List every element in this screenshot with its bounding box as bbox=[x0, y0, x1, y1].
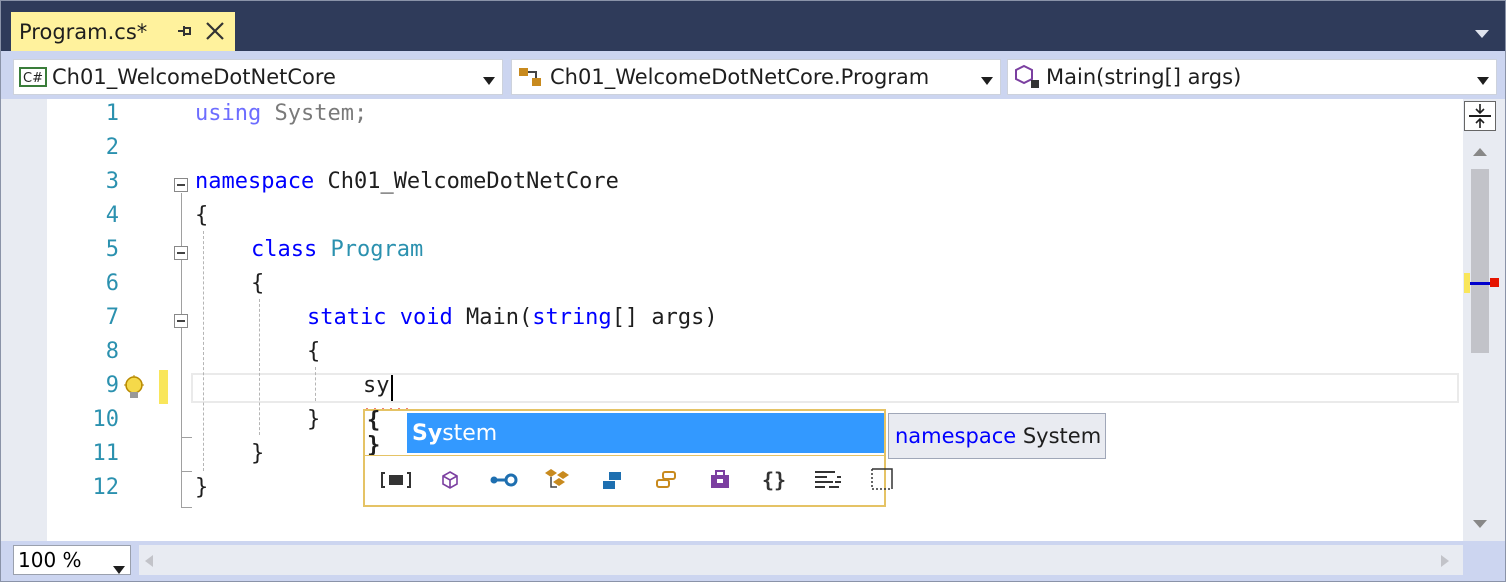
scroll-right-icon[interactable] bbox=[1439, 553, 1451, 574]
collapse-method-icon[interactable] bbox=[174, 314, 188, 328]
outline-guide bbox=[181, 329, 182, 437]
code-line-10: } bbox=[307, 407, 321, 432]
code-editor-window: Program.cs* C# Ch01_WelcomeDotNetCore Ch… bbox=[0, 0, 1506, 582]
svg-text:C#: C# bbox=[23, 71, 43, 86]
tab-title: Program.cs* bbox=[19, 19, 148, 44]
module-filter-icon[interactable] bbox=[693, 465, 747, 495]
line-number: 8 bbox=[105, 339, 119, 364]
completion-list[interactable]: { } Sy stem {} bbox=[363, 408, 893, 507]
csharp-project-icon: C# bbox=[18, 64, 48, 90]
namespace-braces-filter-icon[interactable]: {} bbox=[747, 465, 801, 495]
line-number: 3 bbox=[105, 169, 119, 194]
indent-guide bbox=[259, 299, 260, 435]
type-dropdown[interactable]: Ch01_WelcomeDotNetCore.Program bbox=[511, 59, 1001, 95]
pin-icon[interactable] bbox=[173, 20, 195, 42]
editor-status-bar: 100 % bbox=[1, 541, 1505, 581]
indent-guide bbox=[203, 231, 204, 471]
split-window-button[interactable] bbox=[1464, 101, 1496, 131]
keyword-filter-icon[interactable] bbox=[855, 465, 909, 495]
line-number: 6 bbox=[105, 271, 119, 296]
class-icon bbox=[516, 64, 546, 90]
outline-guide-end bbox=[181, 437, 192, 438]
svg-text:{}: {} bbox=[762, 468, 786, 492]
scrollbar-caret-marker bbox=[1464, 271, 1500, 295]
zoom-dropdown[interactable]: 100 % bbox=[13, 545, 131, 575]
member-dropdown[interactable]: Main(string[] args) bbox=[1007, 59, 1497, 95]
chevron-down-icon bbox=[112, 556, 126, 574]
document-tab-strip: Program.cs* bbox=[1, 1, 1505, 51]
line-number: 12 bbox=[92, 475, 120, 500]
scroll-up-icon[interactable] bbox=[1471, 145, 1489, 157]
code-line-11: } bbox=[251, 441, 265, 466]
outline-guide-end bbox=[181, 507, 192, 508]
type-name: Ch01_WelcomeDotNetCore.Program bbox=[550, 65, 930, 89]
line-number: 4 bbox=[105, 203, 119, 228]
method-private-icon bbox=[1012, 64, 1042, 90]
chevron-down-icon bbox=[482, 73, 496, 85]
code-line-4: { bbox=[195, 203, 209, 228]
project-name: Ch01_WelcomeDotNetCore bbox=[52, 65, 336, 89]
snippet-filter-icon[interactable] bbox=[801, 465, 855, 495]
code-line-1: using System; bbox=[195, 101, 368, 126]
code-line-9: sy bbox=[363, 373, 390, 398]
scroll-down-icon[interactable] bbox=[1471, 517, 1489, 529]
collapse-class-icon[interactable] bbox=[174, 246, 188, 260]
interface-filter-icon[interactable] bbox=[477, 465, 531, 495]
chevron-down-icon bbox=[980, 73, 994, 85]
completion-item-label: Sy stem bbox=[407, 413, 884, 453]
code-line-8: { bbox=[307, 339, 321, 364]
code-line-6: { bbox=[251, 271, 265, 296]
scroll-left-icon[interactable] bbox=[143, 553, 155, 574]
namespace-icon: { } bbox=[367, 408, 405, 458]
line-number: 5 bbox=[105, 237, 119, 262]
line-number: 2 bbox=[105, 135, 119, 160]
scrollbar-thumb[interactable] bbox=[1471, 169, 1489, 353]
line-number: 9 bbox=[105, 373, 119, 398]
change-tracking-bar bbox=[159, 370, 168, 404]
navigation-bar: C# Ch01_WelcomeDotNetCore Ch01_WelcomeDo… bbox=[1, 51, 1505, 99]
tab-list-dropdown-icon[interactable] bbox=[1473, 27, 1491, 39]
chevron-down-icon bbox=[1476, 73, 1490, 85]
completion-filter-bar: {} bbox=[369, 465, 909, 495]
completion-separator bbox=[365, 455, 884, 456]
code-line-7: static void Main(string[] args) bbox=[307, 305, 718, 330]
member-name: Main(string[] args) bbox=[1046, 65, 1242, 89]
horizontal-scrollbar[interactable] bbox=[139, 545, 1463, 575]
completion-item-system[interactable]: { } Sy stem bbox=[367, 408, 884, 458]
line-number: 11 bbox=[92, 441, 120, 466]
line-number: 1 bbox=[105, 101, 119, 126]
zoom-level: 100 % bbox=[18, 548, 82, 572]
text-caret bbox=[391, 375, 393, 401]
outline-guide-end bbox=[181, 471, 192, 472]
tab-program-cs[interactable]: Program.cs* bbox=[11, 12, 235, 51]
delegate-filter-icon[interactable] bbox=[639, 465, 693, 495]
quick-info-tooltip: namespace System bbox=[888, 413, 1106, 459]
namespace-filter-icon[interactable] bbox=[369, 465, 423, 495]
line-number: 7 bbox=[105, 305, 119, 330]
collapse-namespace-icon[interactable] bbox=[174, 178, 188, 192]
code-line-12: } bbox=[195, 475, 209, 500]
line-number: 10 bbox=[92, 407, 120, 432]
close-icon[interactable] bbox=[203, 19, 227, 43]
enum-filter-icon[interactable] bbox=[585, 465, 639, 495]
code-line-5: class Program bbox=[251, 237, 424, 262]
class-filter-icon[interactable] bbox=[423, 465, 477, 495]
code-line-3: namespace Ch01_WelcomeDotNetCore bbox=[195, 169, 619, 194]
editor-area[interactable]: 1 2 3 4 5 6 7 8 9 10 11 12 using System;… bbox=[1, 99, 1505, 541]
lightbulb-icon[interactable] bbox=[121, 375, 147, 403]
struct-filter-icon[interactable] bbox=[531, 465, 585, 495]
project-dropdown[interactable]: C# Ch01_WelcomeDotNetCore bbox=[13, 59, 503, 95]
indent-guide bbox=[315, 367, 316, 401]
